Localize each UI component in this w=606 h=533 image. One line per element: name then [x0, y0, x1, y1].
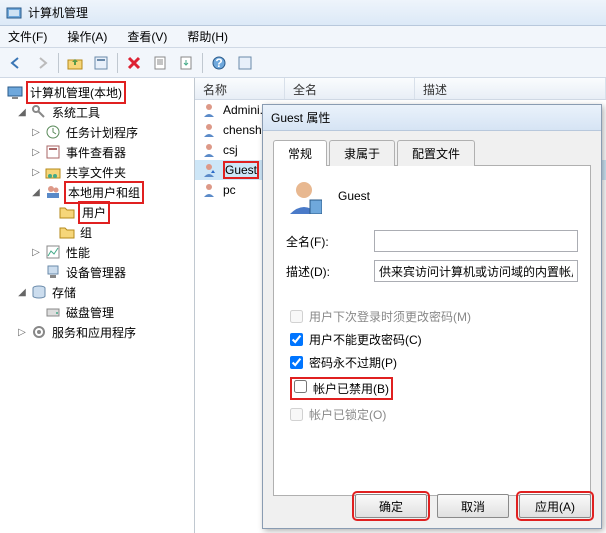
dialog-username: Guest: [338, 189, 370, 203]
user-icon: [201, 142, 217, 158]
cancel-button[interactable]: 取消: [437, 494, 509, 518]
chk-mustchange: [290, 310, 303, 323]
tab-content: Guest 全名(F): 描述(D): 用户下次登录时须更改密码(M) 用户不能…: [273, 166, 591, 496]
toolbar: ?: [0, 48, 606, 78]
tree-diskmgr[interactable]: 磁盘管理: [2, 302, 192, 322]
event-icon: [45, 144, 61, 160]
apply-button[interactable]: 应用(A): [519, 494, 591, 518]
properties-button[interactable]: [89, 51, 113, 75]
window-title: 计算机管理: [28, 4, 88, 21]
storage-icon: [31, 284, 47, 300]
disk-icon: [45, 304, 61, 320]
folder-icon: [59, 204, 75, 220]
wrench-icon: [31, 104, 47, 120]
app-icon: [6, 5, 22, 21]
folder-icon: [59, 224, 75, 240]
chk-cannotchange[interactable]: [290, 333, 303, 346]
collapse-icon[interactable]: ◢: [16, 287, 28, 298]
menubar: 文件(F) 操作(A) 查看(V) 帮助(H): [0, 26, 606, 48]
col-name[interactable]: 名称: [195, 78, 285, 99]
tree-storage[interactable]: ◢ 存储: [2, 282, 192, 302]
tree-perf[interactable]: ▷ 性能: [2, 242, 192, 262]
properties-dialog: Guest 属性 常规 隶属于 配置文件 Guest 全名(F): 描述(D):: [262, 104, 602, 529]
users-icon: [45, 184, 61, 200]
expand-icon[interactable]: ▷: [30, 147, 42, 158]
delete-button[interactable]: [122, 51, 146, 75]
up-folder-button[interactable]: [63, 51, 87, 75]
refresh-button[interactable]: [148, 51, 172, 75]
menu-file[interactable]: 文件(F): [4, 26, 51, 47]
collapse-icon[interactable]: ◢: [30, 187, 42, 198]
tab-memberof[interactable]: 隶属于: [329, 140, 395, 166]
col-full[interactable]: 全名: [285, 78, 415, 99]
expand-icon[interactable]: ▷: [16, 327, 28, 338]
tree-panel: 计算机管理(本地) ◢ 系统工具 ▷ 任务计划程序 ▷ 事件查看器 ▷ 共享文件…: [0, 78, 195, 533]
svg-text:?: ?: [215, 56, 222, 70]
tree-root[interactable]: 计算机管理(本地): [2, 82, 192, 102]
expand-icon[interactable]: ▷: [30, 247, 42, 258]
expand-icon[interactable]: ▷: [30, 167, 42, 178]
menu-view[interactable]: 查看(V): [123, 26, 171, 47]
clock-icon: [45, 124, 61, 140]
menu-action[interactable]: 操作(A): [63, 26, 111, 47]
menu-help[interactable]: 帮助(H): [183, 26, 232, 47]
folder-shared-icon: [45, 164, 61, 180]
col-desc[interactable]: 描述: [415, 78, 606, 99]
options-button[interactable]: [233, 51, 257, 75]
tree-shared[interactable]: ▷ 共享文件夹: [2, 162, 192, 182]
chk-cannotchange-row[interactable]: 用户不能更改密码(C): [290, 331, 578, 348]
collapse-icon[interactable]: ◢: [16, 107, 28, 118]
user-icon: [201, 102, 217, 118]
chk-mustchange-row[interactable]: 用户下次登录时须更改密码(M): [290, 308, 578, 325]
dialog-titlebar: Guest 属性: [263, 105, 601, 131]
tree-devmgr[interactable]: 设备管理器: [2, 262, 192, 282]
user-icon: [201, 122, 217, 138]
device-icon: [45, 264, 61, 280]
chk-neverexpire-row[interactable]: 密码永不过期(P): [290, 354, 578, 371]
window-titlebar: 计算机管理: [0, 0, 606, 26]
back-button[interactable]: [4, 51, 28, 75]
forward-button[interactable]: [30, 51, 54, 75]
tree-groups[interactable]: 组: [2, 222, 192, 242]
tree-users-label: 用户: [78, 201, 110, 224]
tab-profile[interactable]: 配置文件: [397, 140, 475, 166]
user-icon: [201, 182, 217, 198]
computer-icon: [7, 84, 23, 100]
chk-locked: [290, 408, 303, 421]
list-header: 名称 全名 描述: [195, 78, 606, 100]
desc-label: 描述(D):: [286, 263, 366, 280]
tree-systools[interactable]: ◢ 系统工具: [2, 102, 192, 122]
tree-services[interactable]: ▷ 服务和应用程序: [2, 322, 192, 342]
tree-root-label: 计算机管理(本地): [26, 81, 126, 104]
tab-general[interactable]: 常规: [273, 140, 327, 166]
avatar-icon: [286, 178, 322, 214]
help-button[interactable]: ?: [207, 51, 231, 75]
expand-icon[interactable]: ▷: [30, 127, 42, 138]
chk-locked-row[interactable]: 帐户已锁定(O): [290, 406, 578, 423]
fullname-field[interactable]: [374, 230, 578, 252]
tree-eventvwr[interactable]: ▷ 事件查看器: [2, 142, 192, 162]
services-icon: [31, 324, 47, 340]
tabs: 常规 隶属于 配置文件: [273, 139, 591, 166]
chk-neverexpire[interactable]: [290, 356, 303, 369]
chk-disabled[interactable]: [294, 380, 307, 393]
chk-disabled-row[interactable]: 帐户已禁用(B): [290, 377, 578, 400]
fullname-label: 全名(F):: [286, 233, 366, 250]
tree-tasksched[interactable]: ▷ 任务计划程序: [2, 122, 192, 142]
tree-localusers[interactable]: ◢ 本地用户和组: [2, 182, 192, 202]
desc-field[interactable]: [374, 260, 578, 282]
export-button[interactable]: [174, 51, 198, 75]
dialog-title: Guest 属性: [271, 109, 330, 126]
tree-users[interactable]: 用户: [2, 202, 192, 222]
user-down-icon: [201, 162, 217, 178]
ok-button[interactable]: 确定: [355, 494, 427, 518]
perf-icon: [45, 244, 61, 260]
